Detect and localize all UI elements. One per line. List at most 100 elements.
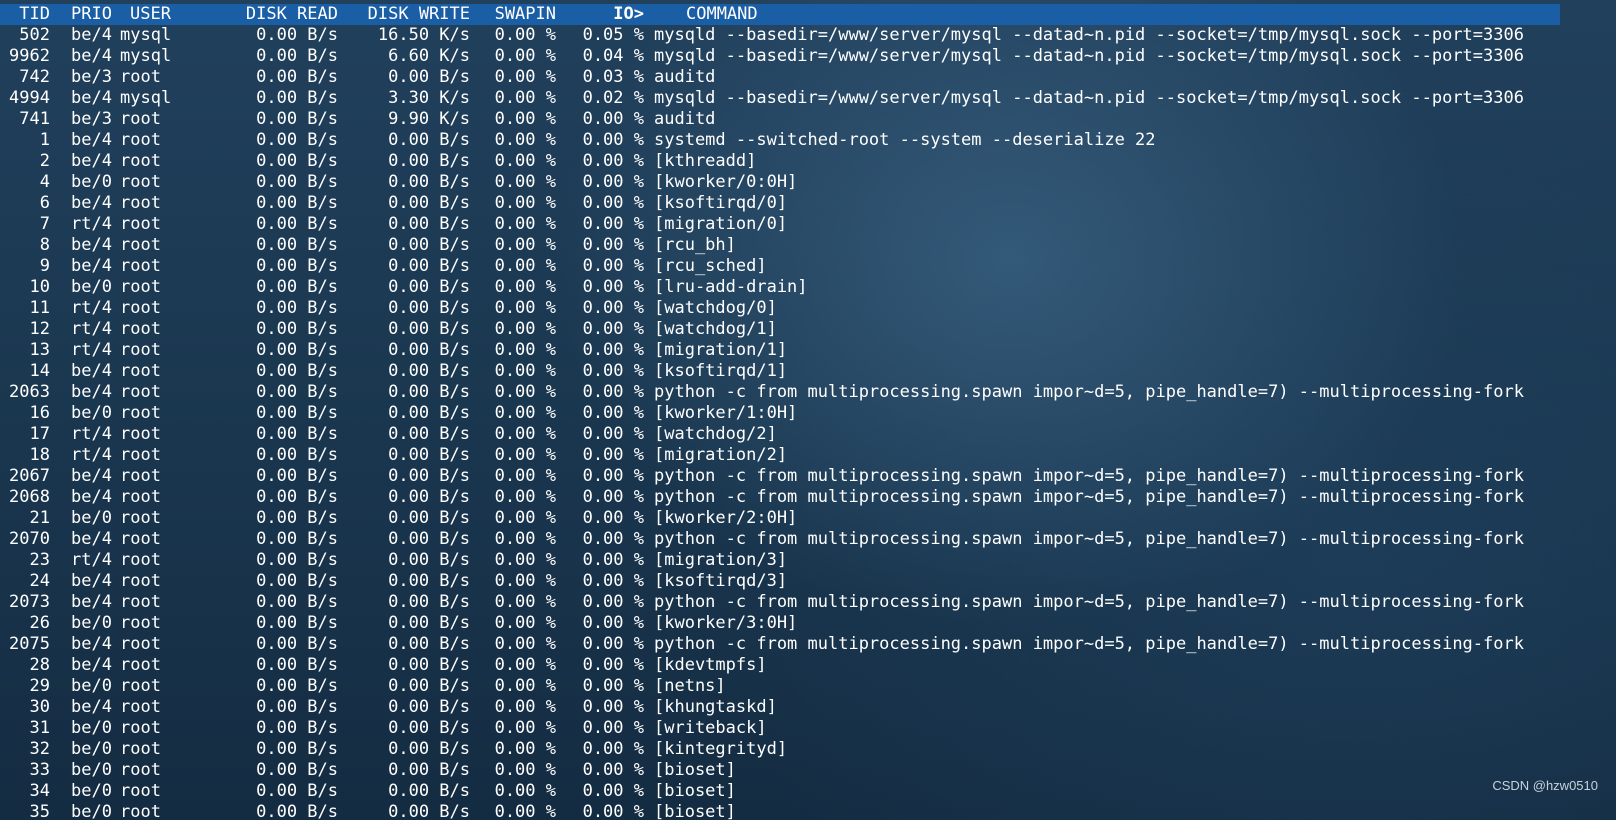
process-row[interactable]: 16 be/0 root 0.00 B/s 0.00 B/s 0.00 % 0.00 % [k… bbox=[0, 403, 1560, 424]
process-row[interactable]: 4994 be/4 mysql 0.00 B/s 3.30 K/s 0.00 % 0.02 … bbox=[0, 88, 1560, 109]
process-row[interactable]: 21 be/0 root 0.00 B/s 0.00 B/s 0.00 % 0.00 % [k… bbox=[0, 508, 1560, 529]
process-row[interactable]: 502 be/4 mysql 0.00 B/s 16.50 K/s 0.00 % 0.05 … bbox=[0, 25, 1560, 46]
cell-io: 0.00 % bbox=[582, 718, 644, 738]
process-row[interactable]: 2070 be/4 root 0.00 B/s 0.00 B/s 0.00 % 0.00 %… bbox=[0, 529, 1560, 550]
cell-swapin: 0.00 % bbox=[494, 508, 556, 528]
cell-disk-read: 0.00 B/s bbox=[256, 340, 338, 360]
cell-disk-write: 0.00 B/s bbox=[388, 340, 470, 360]
cell-swapin: 0.00 % bbox=[494, 88, 556, 108]
cell-disk-write: 0.00 B/s bbox=[388, 214, 470, 234]
process-row[interactable]: 11 rt/4 root 0.00 B/s 0.00 B/s 0.00 % 0.00 % [w… bbox=[0, 298, 1560, 319]
process-row[interactable]: 2 be/4 root 0.00 B/s 0.00 B/s 0.00 % 0.00 % [kt… bbox=[0, 151, 1560, 172]
cell-io: 0.00 % bbox=[582, 130, 644, 150]
process-row[interactable]: 18 rt/4 root 0.00 B/s 0.00 B/s 0.00 % 0.00 % [m… bbox=[0, 445, 1560, 466]
cell-io: 0.00 % bbox=[582, 781, 644, 801]
process-row[interactable]: 13 rt/4 root 0.00 B/s 0.00 B/s 0.00 % 0.00 % [m… bbox=[0, 340, 1560, 361]
process-row[interactable]: 29 be/0 root 0.00 B/s 0.00 B/s 0.00 % 0.00 % [n… bbox=[0, 676, 1560, 697]
process-row[interactable]: 741 be/3 root 0.00 B/s 9.90 K/s 0.00 % 0.00 % a… bbox=[0, 109, 1560, 130]
header-disk-read[interactable]: DISK READ bbox=[216, 4, 338, 25]
process-row[interactable]: 35 be/0 root 0.00 B/s 0.00 B/s 0.00 % 0.00 % [b… bbox=[0, 802, 1560, 820]
header-swapin[interactable]: SWAPIN bbox=[470, 4, 556, 25]
cell-prio: rt/4 bbox=[71, 340, 112, 360]
process-row[interactable]: 742 be/3 root 0.00 B/s 0.00 B/s 0.00 % 0.03 % a… bbox=[0, 67, 1560, 88]
cell-io: 0.00 % bbox=[582, 277, 644, 297]
iotop-terminal[interactable]: TID PRIO USER DISK READ DISK WRITE SWAPI… bbox=[0, 4, 1560, 820]
cell-tid: 2073 bbox=[9, 592, 50, 612]
process-row[interactable]: 1 be/4 root 0.00 B/s 0.00 B/s 0.00 % 0.00 % sys… bbox=[0, 130, 1560, 151]
process-row[interactable]: 34 be/0 root 0.00 B/s 0.00 B/s 0.00 % 0.00 % [b… bbox=[0, 781, 1560, 802]
cell-disk-read: 0.00 B/s bbox=[256, 760, 338, 780]
cell-prio: be/4 bbox=[71, 634, 112, 654]
cell-command: [ksoftirqd/1] bbox=[654, 361, 788, 381]
process-row[interactable]: 9962 be/4 mysql 0.00 B/s 6.60 K/s 0.00 % 0.04 … bbox=[0, 46, 1560, 67]
header-io-sorted[interactable]: IO> bbox=[556, 4, 644, 25]
process-row[interactable]: 14 be/4 root 0.00 B/s 0.00 B/s 0.00 % 0.00 % [k… bbox=[0, 361, 1560, 382]
cell-disk-write: 0.00 B/s bbox=[388, 613, 470, 633]
process-row[interactable]: 2063 be/4 root 0.00 B/s 0.00 B/s 0.00 % 0.00 %… bbox=[0, 382, 1560, 403]
watermark-text: CSDN @hzw0510 bbox=[1492, 778, 1598, 793]
header-user[interactable]: USER bbox=[112, 4, 216, 25]
process-row[interactable]: 8 be/4 root 0.00 B/s 0.00 B/s 0.00 % 0.00 % [rc… bbox=[0, 235, 1560, 256]
cell-user: root bbox=[120, 634, 161, 654]
cell-command: [rcu_bh] bbox=[654, 235, 736, 255]
cell-disk-read: 0.00 B/s bbox=[256, 88, 338, 108]
cell-prio: be/4 bbox=[71, 46, 112, 66]
cell-user: root bbox=[120, 550, 161, 570]
cell-swapin: 0.00 % bbox=[494, 382, 556, 402]
cell-user: root bbox=[120, 172, 161, 192]
header-command[interactable]: COMMAND bbox=[644, 4, 1560, 25]
process-row[interactable]: 32 be/0 root 0.00 B/s 0.00 B/s 0.00 % 0.00 % [k… bbox=[0, 739, 1560, 760]
cell-prio: be/0 bbox=[71, 403, 112, 423]
cell-command: [kworker/1:0H] bbox=[654, 403, 798, 423]
cell-tid: 23 bbox=[29, 550, 50, 570]
cell-tid: 742 bbox=[19, 67, 50, 87]
process-row[interactable]: 24 be/4 root 0.00 B/s 0.00 B/s 0.00 % 0.00 % [k… bbox=[0, 571, 1560, 592]
cell-tid: 35 bbox=[29, 802, 50, 820]
cell-user: root bbox=[120, 676, 161, 696]
process-row[interactable]: 26 be/0 root 0.00 B/s 0.00 B/s 0.00 % 0.00 % [k… bbox=[0, 613, 1560, 634]
cell-swapin: 0.00 % bbox=[494, 151, 556, 171]
cell-command: python -c from multiprocessing.spawn imp… bbox=[654, 529, 1524, 549]
header-disk-write[interactable]: DISK WRITE bbox=[338, 4, 470, 25]
cell-tid: 7 bbox=[39, 214, 50, 234]
cell-prio: be/4 bbox=[71, 487, 112, 507]
process-row[interactable]: 6 be/4 root 0.00 B/s 0.00 B/s 0.00 % 0.00 % [ks… bbox=[0, 193, 1560, 214]
cell-prio: rt/4 bbox=[71, 298, 112, 318]
process-row[interactable]: 12 rt/4 root 0.00 B/s 0.00 B/s 0.00 % 0.00 % [w… bbox=[0, 319, 1560, 340]
cell-disk-read: 0.00 B/s bbox=[256, 592, 338, 612]
process-list: 502 be/4 mysql 0.00 B/s 16.50 K/s 0.00 % 0.05 … bbox=[0, 25, 1560, 820]
process-row[interactable]: 30 be/4 root 0.00 B/s 0.00 B/s 0.00 % 0.00 % [k… bbox=[0, 697, 1560, 718]
cell-tid: 32 bbox=[29, 739, 50, 759]
header-prio[interactable]: PRIO bbox=[50, 4, 112, 25]
process-row[interactable]: 31 be/0 root 0.00 B/s 0.00 B/s 0.00 % 0.00 % [w… bbox=[0, 718, 1560, 739]
cell-disk-read: 0.00 B/s bbox=[256, 739, 338, 759]
process-row[interactable]: 10 be/0 root 0.00 B/s 0.00 B/s 0.00 % 0.00 % [l… bbox=[0, 277, 1560, 298]
process-row[interactable]: 2075 be/4 root 0.00 B/s 0.00 B/s 0.00 % 0.00 %… bbox=[0, 634, 1560, 655]
cell-user: root bbox=[120, 256, 161, 276]
process-row[interactable]: 23 rt/4 root 0.00 B/s 0.00 B/s 0.00 % 0.00 % [m… bbox=[0, 550, 1560, 571]
cell-tid: 2068 bbox=[9, 487, 50, 507]
cell-swapin: 0.00 % bbox=[494, 193, 556, 213]
process-row[interactable]: 4 be/0 root 0.00 B/s 0.00 B/s 0.00 % 0.00 % [kw… bbox=[0, 172, 1560, 193]
process-row[interactable]: 2068 be/4 root 0.00 B/s 0.00 B/s 0.00 % 0.00 %… bbox=[0, 487, 1560, 508]
cell-tid: 34 bbox=[29, 781, 50, 801]
process-row[interactable]: 28 be/4 root 0.00 B/s 0.00 B/s 0.00 % 0.00 % [k… bbox=[0, 655, 1560, 676]
process-row[interactable]: 7 rt/4 root 0.00 B/s 0.00 B/s 0.00 % 0.00 % [mi… bbox=[0, 214, 1560, 235]
cell-command: [bioset] bbox=[654, 760, 736, 780]
cell-swapin: 0.00 % bbox=[494, 298, 556, 318]
cell-user: mysql bbox=[120, 88, 172, 108]
process-row[interactable]: 33 be/0 root 0.00 B/s 0.00 B/s 0.00 % 0.00 % [b… bbox=[0, 760, 1560, 781]
cell-user: root bbox=[120, 802, 161, 820]
header-tid[interactable]: TID bbox=[0, 4, 50, 25]
process-row[interactable]: 17 rt/4 root 0.00 B/s 0.00 B/s 0.00 % 0.00 % [w… bbox=[0, 424, 1560, 445]
cell-swapin: 0.00 % bbox=[494, 340, 556, 360]
cell-user: root bbox=[120, 718, 161, 738]
process-row[interactable]: 2067 be/4 root 0.00 B/s 0.00 B/s 0.00 % 0.00 %… bbox=[0, 466, 1560, 487]
process-row[interactable]: 2073 be/4 root 0.00 B/s 0.00 B/s 0.00 % 0.00 %… bbox=[0, 592, 1560, 613]
process-row[interactable]: 9 be/4 root 0.00 B/s 0.00 B/s 0.00 % 0.00 % [rc… bbox=[0, 256, 1560, 277]
cell-swapin: 0.00 % bbox=[494, 697, 556, 717]
cell-swapin: 0.00 % bbox=[494, 172, 556, 192]
cell-disk-read: 0.00 B/s bbox=[256, 46, 338, 66]
cell-user: root bbox=[120, 487, 161, 507]
cell-user: root bbox=[120, 151, 161, 171]
